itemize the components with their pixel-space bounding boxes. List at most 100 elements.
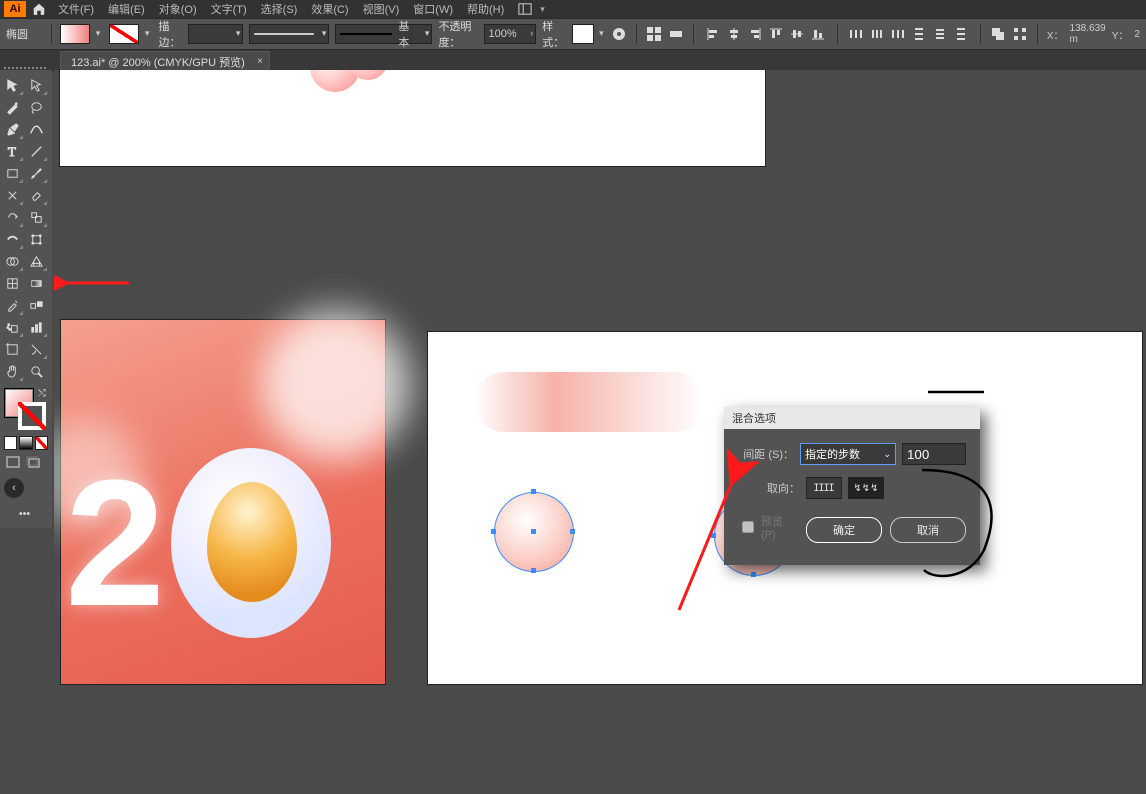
artwork-pill[interactable]: [474, 372, 704, 432]
selection-handle[interactable]: [570, 529, 575, 534]
stroke-weight-dropdown[interactable]: ▾: [188, 24, 244, 44]
orientation-page-icon[interactable]: ⵊⵊⵊⵊ: [806, 477, 842, 499]
dist-h-right-icon[interactable]: [888, 24, 908, 44]
selection-handle[interactable]: [711, 533, 716, 538]
brush-def-dropdown[interactable]: 基本▾: [335, 24, 432, 44]
mesh-tool-icon[interactable]: [0, 272, 24, 294]
spacing-mode-dropdown[interactable]: 指定的步数⌄: [800, 443, 896, 465]
arrange-caret-icon[interactable]: ▾: [540, 4, 545, 15]
rotate-tool-icon[interactable]: [0, 206, 24, 228]
gradient-tool-icon[interactable]: [24, 272, 48, 294]
artboard-1[interactable]: [60, 70, 765, 166]
selection-handle[interactable]: [751, 572, 756, 577]
align-top-icon[interactable]: [766, 24, 786, 44]
menu-help[interactable]: 帮助(H): [461, 1, 510, 17]
stroke-profile-dropdown[interactable]: ▾: [249, 24, 329, 44]
slice-tool-icon[interactable]: [24, 338, 48, 360]
color-mode-color-icon[interactable]: [4, 436, 17, 450]
graphic-style-swatch[interactable]: ▾: [572, 24, 594, 44]
menu-window[interactable]: 窗口(W): [407, 1, 459, 17]
align-right-icon[interactable]: [745, 24, 765, 44]
line-tool-icon[interactable]: [24, 140, 48, 162]
stroke-swatch[interactable]: ▾: [109, 24, 139, 44]
selection-handle[interactable]: [531, 489, 536, 494]
recolor-icon[interactable]: [611, 23, 627, 45]
dialog-titlebar[interactable]: 混合选项: [724, 407, 980, 429]
shaper-tool-icon[interactable]: [0, 184, 24, 206]
dist-v-bottom-icon[interactable]: [951, 24, 971, 44]
free-transform-tool-icon[interactable]: [24, 228, 48, 250]
zoom-tool-icon[interactable]: [24, 360, 48, 382]
magic-wand-tool-icon[interactable]: [0, 96, 24, 118]
home-icon[interactable]: [28, 1, 50, 17]
blend-tool-icon[interactable]: [24, 294, 48, 316]
rectangle-tool-icon[interactable]: [0, 162, 24, 184]
selection-tool-icon[interactable]: [0, 74, 24, 96]
artboard-2[interactable]: 2: [61, 320, 385, 684]
swap-fill-stroke-icon[interactable]: ⤭: [38, 388, 46, 399]
draw-behind-icon[interactable]: [24, 454, 42, 470]
shape-builder-tool-icon[interactable]: [0, 250, 24, 272]
align-vcenter-icon[interactable]: [787, 24, 807, 44]
document-tab[interactable]: 123.ai* @ 200% (CMYK/GPU 预览) ×: [60, 51, 270, 72]
width-tool-icon[interactable]: [0, 228, 24, 250]
spacing-value-input[interactable]: [902, 443, 966, 465]
transform-icon[interactable]: [668, 23, 684, 45]
artboard-tool-icon[interactable]: [0, 338, 24, 360]
hand-tool-icon[interactable]: [0, 360, 24, 382]
shape-mode-icon[interactable]: [990, 23, 1006, 45]
dist-v-center-icon[interactable]: [930, 24, 950, 44]
align-to-icon[interactable]: [646, 23, 662, 45]
menu-object[interactable]: 对象(O): [153, 1, 203, 17]
menu-file[interactable]: 文件(F): [52, 1, 100, 17]
selection-center-handle[interactable]: [531, 529, 536, 534]
color-mode-none-icon[interactable]: [35, 436, 48, 450]
color-mode-gradient-icon[interactable]: [19, 436, 32, 450]
artwork-number-0[interactable]: [171, 448, 331, 638]
fill-stroke-indicator[interactable]: ⤭: [4, 388, 46, 430]
direct-selection-tool-icon[interactable]: [24, 74, 48, 96]
dist-h-center-icon[interactable]: [867, 24, 887, 44]
collapse-toggle-icon[interactable]: ‹: [4, 478, 24, 498]
paintbrush-tool-icon[interactable]: [24, 162, 48, 184]
selection-handle[interactable]: [531, 568, 536, 573]
transform-panel-icon[interactable]: [1012, 23, 1028, 45]
draw-normal-icon[interactable]: [4, 454, 22, 470]
stroke-indicator[interactable]: [18, 402, 46, 430]
menu-effect[interactable]: 效果(C): [305, 1, 354, 17]
perspective-grid-tool-icon[interactable]: [24, 250, 48, 272]
dist-h-left-icon[interactable]: [846, 24, 866, 44]
align-hcenter-icon[interactable]: [724, 24, 744, 44]
coord-x-value[interactable]: 138.639 m: [1070, 23, 1106, 45]
cancel-button[interactable]: 取消: [890, 517, 966, 543]
canvas-workspace[interactable]: 2 混合选项 间距 (S)： 指定的步数⌄ 取向： ⵊⵊⵊⵊ: [54, 70, 1146, 794]
pen-tool-icon[interactable]: [0, 118, 24, 140]
type-tool-icon[interactable]: T: [0, 140, 24, 162]
column-graph-tool-icon[interactable]: [24, 316, 48, 338]
curvature-tool-icon[interactable]: [24, 118, 48, 140]
eraser-tool-icon[interactable]: [24, 184, 48, 206]
selection-handle[interactable]: [491, 529, 496, 534]
blend-options-dialog: 混合选项 间距 (S)： 指定的步数⌄ 取向： ⵊⵊⵊⵊ ↯↯↯ 预览 (P) …: [724, 407, 980, 565]
opacity-dropdown[interactable]: 100%›: [484, 24, 537, 44]
menu-edit[interactable]: 编辑(E): [102, 1, 151, 17]
preview-checkbox[interactable]: 预览 (P): [738, 513, 800, 541]
dist-v-top-icon[interactable]: [909, 24, 929, 44]
orientation-path-icon[interactable]: ↯↯↯: [848, 477, 884, 499]
lasso-tool-icon[interactable]: [24, 96, 48, 118]
artwork-text-2[interactable]: 2: [65, 440, 165, 647]
arrange-docs-icon[interactable]: [518, 1, 538, 17]
symbol-sprayer-tool-icon[interactable]: [0, 316, 24, 338]
scale-tool-icon[interactable]: [24, 206, 48, 228]
tab-close-icon[interactable]: ×: [257, 56, 263, 67]
menu-view[interactable]: 视图(V): [357, 1, 406, 17]
ok-button[interactable]: 确定: [806, 517, 882, 543]
coord-y-value[interactable]: 2: [1134, 29, 1140, 40]
align-left-icon[interactable]: [703, 24, 723, 44]
fill-swatch[interactable]: ▾: [60, 24, 90, 44]
edit-toolbar-icon[interactable]: [0, 502, 48, 524]
menu-select[interactable]: 选择(S): [255, 1, 304, 17]
menu-type[interactable]: 文字(T): [205, 1, 253, 17]
eyedropper-tool-icon[interactable]: [0, 294, 24, 316]
align-bottom-icon[interactable]: [808, 24, 828, 44]
